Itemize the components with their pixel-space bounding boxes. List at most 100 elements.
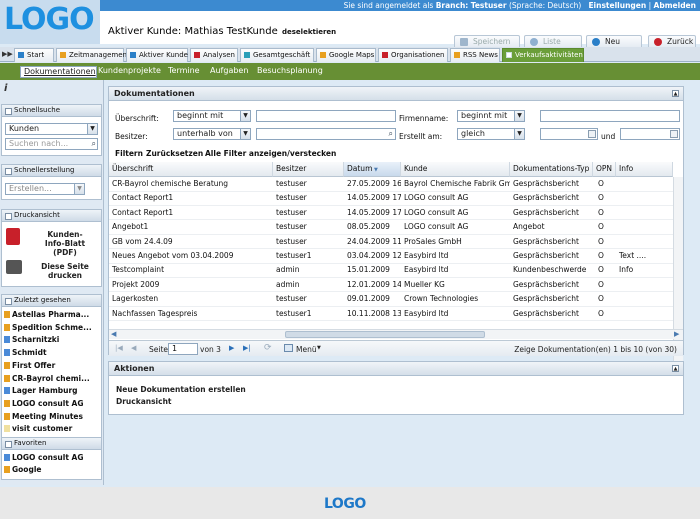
- table-row[interactable]: Testcomplaint admin 15.01.2009 Easybird ltd…: [109, 263, 673, 278]
- table-row[interactable]: Neues Angebot vom 03.04.2009 testuser1 03.…: [109, 249, 673, 264]
- table-cell: Kundenbeschwerde: [513, 265, 587, 275]
- column-header-2[interactable]: Datum ▼: [344, 162, 401, 177]
- company-input[interactable]: [540, 110, 680, 122]
- document-icon: [4, 412, 10, 420]
- subnav-visit-planning[interactable]: Besuchsplanung: [257, 66, 323, 75]
- subject-input[interactable]: [256, 110, 396, 122]
- table-row[interactable]: Contact Report1 testuser 14.05.2009 17: LOG…: [109, 206, 673, 221]
- column-header-0[interactable]: Überschrift: [109, 162, 273, 177]
- list-icon: [530, 38, 538, 46]
- tab-verkaufsaktivit-ten[interactable]: Verkaufsaktivitäten: [502, 48, 584, 62]
- tab-gesamtgesch-ft[interactable]: Gesamtgeschäft: [240, 48, 314, 62]
- calendar-icon[interactable]: [588, 130, 596, 138]
- recent-item[interactable]: Schmidt: [4, 348, 47, 357]
- menu-button[interactable]: Menü: [296, 345, 317, 354]
- subnav-tasks[interactable]: Aufgaben: [210, 66, 248, 75]
- company-operator-select[interactable]: beginnt mit ▼: [457, 110, 525, 122]
- reset-link[interactable]: Zurücksetzen: [146, 149, 203, 158]
- recent-item[interactable]: visit customer: [4, 424, 72, 433]
- tab-bar: ▶▶ Start Zeitmanagement Aktiver Kunde Analy…: [0, 47, 700, 62]
- refresh-icon[interactable]: ⟳: [264, 343, 272, 353]
- tab-rss-news[interactable]: RSS News: [450, 48, 500, 62]
- tab-zeitmanagement[interactable]: Zeitmanagement: [56, 48, 130, 62]
- created-from-input[interactable]: [540, 128, 598, 140]
- chevron-down-icon[interactable]: ▼: [317, 345, 321, 351]
- recent-item[interactable]: Lager Hamburg: [4, 386, 78, 395]
- table-row[interactable]: Nachfassen Tagespreis testuser1 10.11.2008…: [109, 307, 673, 322]
- chevron-down-icon: ▼: [514, 129, 524, 139]
- tab-aktiver-kunde[interactable]: Aktiver Kunde: [126, 48, 188, 62]
- column-header-3[interactable]: Kunde: [401, 162, 510, 177]
- toggle-filters-link[interactable]: Alle Filter anzeigen/verstecken: [205, 149, 336, 158]
- owner-operator-select[interactable]: unterhalb von ▼: [173, 128, 251, 140]
- page-input[interactable]: 1: [168, 343, 198, 355]
- created-to-input[interactable]: [620, 128, 680, 140]
- recent-panel: Zuletzt gesehen Astellas Pharma... Spedit…: [1, 294, 102, 442]
- logout-link[interactable]: Abmelden: [654, 1, 696, 10]
- column-header-4[interactable]: Dokumentations-Typ: [510, 162, 593, 177]
- scroll-right-icon[interactable]: ▶: [674, 330, 679, 338]
- prev-page-icon[interactable]: ◀: [131, 344, 136, 352]
- favorite-item[interactable]: Google: [4, 465, 42, 474]
- table-row[interactable]: CR-Bayrol chemische Beratung testuser 27.0…: [109, 177, 673, 192]
- tab-color-icon: [454, 52, 460, 58]
- recent-item[interactable]: First Offer: [4, 361, 55, 370]
- recent-item[interactable]: CR-Bayrol chemi...: [4, 374, 90, 383]
- subnav-documentations[interactable]: Dokumentationen: [20, 66, 97, 78]
- table-cell: 14.05.2009 17:: [347, 193, 401, 203]
- scroll-left-icon[interactable]: ◀: [111, 330, 116, 338]
- tab-scroll-icon[interactable]: ▶▶: [2, 50, 13, 58]
- chevron-down-icon: ▼: [74, 184, 84, 194]
- settings-link[interactable]: Einstellungen: [588, 1, 646, 10]
- tab-analysen[interactable]: Analysen: [190, 48, 238, 62]
- item-label: LOGO consult AG: [12, 453, 84, 462]
- calendar-icon[interactable]: [670, 130, 678, 138]
- chevron-down-icon: ▼: [514, 111, 524, 121]
- print-view-link[interactable]: Druckansicht: [116, 397, 172, 406]
- next-page-icon[interactable]: ▶: [229, 344, 234, 352]
- recent-item[interactable]: Meeting Minutes: [4, 412, 83, 421]
- info-icon[interactable]: i: [4, 83, 7, 94]
- column-header-6[interactable]: Info: [616, 162, 673, 177]
- tab-label: Aktiver Kunde: [139, 51, 188, 59]
- table-row[interactable]: Contact Report1 testuser 14.05.2009 17: LOG…: [109, 191, 673, 206]
- tab-label: Analysen: [203, 51, 235, 59]
- quicksearch-input[interactable]: Suchen nach... ⌕: [5, 138, 98, 150]
- collapse-icon[interactable]: ▲: [672, 90, 679, 97]
- quickcreate-select[interactable]: Erstellen... ▼: [5, 183, 85, 195]
- column-header-1[interactable]: Besitzer: [273, 162, 344, 177]
- customer-info-pdf-link[interactable]: Kunden- Info-Blatt (PDF): [32, 230, 98, 257]
- collapse-icon[interactable]: ▲: [672, 365, 679, 372]
- column-header-5[interactable]: OPN: [593, 162, 616, 177]
- scroll-thumb[interactable]: [285, 331, 485, 338]
- tab-start[interactable]: Start: [14, 48, 54, 62]
- table-row[interactable]: Angebot1 testuser 08.05.2009 LOGO consult A…: [109, 220, 673, 235]
- sidebar: i Schnellsuche Kunden ▼ Suchen nach... ⌕…: [0, 80, 104, 485]
- favorite-item[interactable]: LOGO consult AG: [4, 453, 84, 462]
- quicksearch-select[interactable]: Kunden ▼: [5, 123, 98, 135]
- recent-item[interactable]: Scharnitzki: [4, 335, 59, 344]
- owner-input[interactable]: ⌕: [256, 128, 396, 140]
- created-operator-select[interactable]: gleich ▼: [457, 128, 525, 140]
- recent-item[interactable]: Astellas Pharma...: [4, 310, 89, 319]
- tab-google-maps[interactable]: Google Maps: [316, 48, 376, 62]
- search-icon[interactable]: ⌕: [389, 129, 393, 139]
- horizontal-scrollbar[interactable]: ◀ ▶: [109, 329, 683, 339]
- documentation-title: Dokumentationen: [114, 89, 195, 98]
- last-page-icon[interactable]: ▶|: [243, 344, 251, 352]
- first-page-icon[interactable]: |◀: [115, 344, 123, 352]
- table-row[interactable]: Projekt 2009 admin 12.01.2009 14: Mueller K…: [109, 278, 673, 293]
- print-page-link[interactable]: Diese Seite drucken: [32, 262, 98, 280]
- search-icon[interactable]: ⌕: [92, 139, 96, 149]
- deselect-link[interactable]: deselektieren: [282, 28, 336, 36]
- table-row[interactable]: Lagerkosten testuser 09.01.2009 Crown Techn…: [109, 292, 673, 307]
- subnav-projects[interactable]: Kundenprojekte: [98, 66, 161, 75]
- subject-operator-select[interactable]: beginnt mit ▼: [173, 110, 251, 122]
- table-row[interactable]: GB vom 24.4.09 testuser 24.04.2009 11: ProS…: [109, 235, 673, 250]
- subnav-appointments[interactable]: Termine: [168, 66, 200, 75]
- new-documentation-link[interactable]: Neue Dokumentation erstellen: [116, 385, 246, 394]
- filter-link[interactable]: Filtern: [115, 149, 143, 158]
- tab-organisationen[interactable]: Organisationen: [378, 48, 448, 62]
- recent-item[interactable]: Spedition Schme...: [4, 323, 92, 332]
- recent-item[interactable]: LOGO consult AG: [4, 399, 84, 408]
